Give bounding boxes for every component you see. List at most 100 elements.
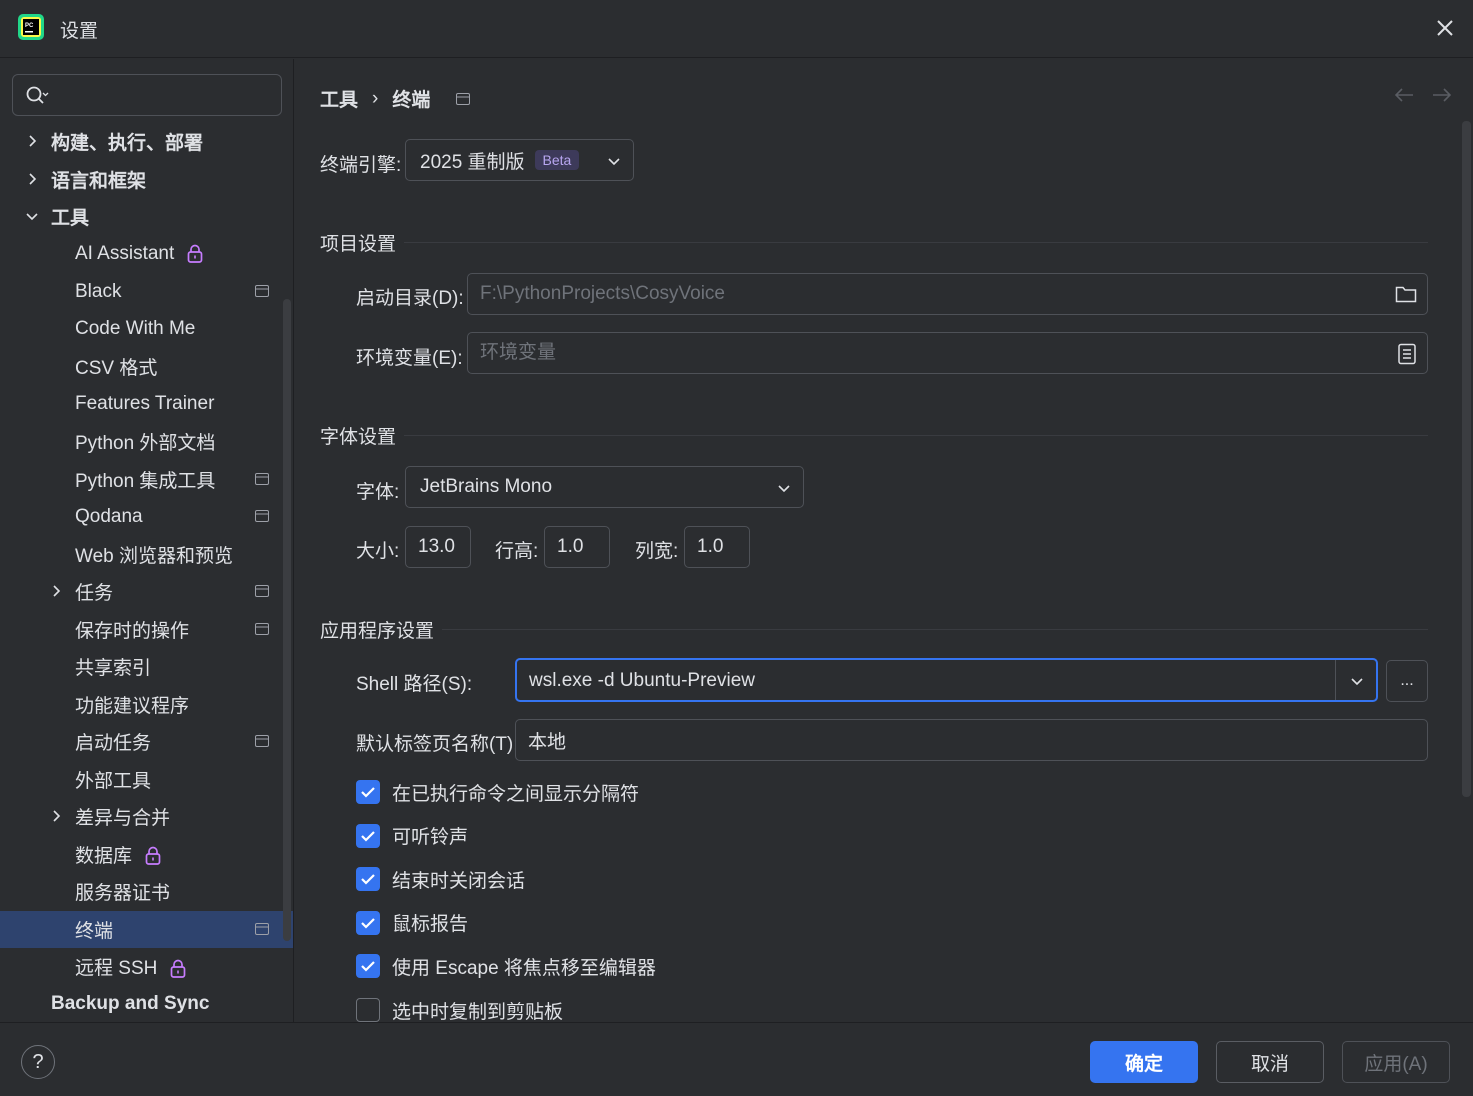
option-checkbox-row[interactable]: 使用 Escape 将焦点移至编辑器 — [356, 953, 656, 979]
sidebar-item[interactable]: Black — [0, 273, 293, 310]
checkbox-checked[interactable] — [356, 954, 380, 979]
sidebar-item[interactable]: Web 浏览器和预览 — [0, 536, 293, 573]
help-button[interactable]: ? — [21, 1045, 55, 1079]
tab-name-field[interactable] — [515, 719, 1428, 761]
start-dir-field[interactable] — [467, 273, 1428, 315]
dialog-footer: ? 确定 取消 应用(A) — [0, 1022, 1473, 1096]
env-field[interactable] — [467, 332, 1428, 374]
line-height-input[interactable] — [557, 534, 607, 560]
font-dropdown[interactable]: JetBrains Mono — [405, 466, 804, 508]
sidebar-item[interactable]: Qodana — [0, 498, 293, 535]
sidebar-item-label: Features Trainer — [75, 393, 215, 414]
apply-button[interactable]: 应用(A) — [1342, 1041, 1450, 1083]
start-dir-input[interactable] — [480, 281, 1379, 307]
checkmark-icon — [361, 874, 375, 885]
checkbox-checked[interactable] — [356, 780, 380, 804]
sidebar-item[interactable]: 终端 — [0, 910, 293, 948]
chevron-right-icon[interactable] — [25, 172, 39, 186]
size-field[interactable] — [405, 526, 471, 568]
chevron-right-icon[interactable] — [25, 134, 39, 148]
shell-path-label: Shell 路径(S): — [356, 674, 473, 695]
engine-dropdown[interactable]: 2025 重制版 Beta — [405, 139, 634, 181]
col-width-field[interactable] — [684, 526, 750, 568]
chevron-down-icon[interactable] — [1350, 674, 1364, 688]
checkbox-unchecked[interactable] — [356, 998, 380, 1022]
project-level-icon — [255, 472, 269, 485]
option-checkbox-row[interactable]: 结束时关闭会话 — [356, 866, 525, 892]
option-label: 选中时复制到剪贴板 — [392, 1001, 564, 1023]
sidebar-item[interactable]: 工具 — [0, 198, 293, 235]
sidebar-item[interactable]: 任务 — [0, 573, 293, 610]
sidebar-item-label: CSV 格式 — [75, 358, 158, 379]
shell-path-input[interactable] — [529, 668, 1319, 694]
sidebar-item[interactable]: Features Trainer — [0, 386, 293, 423]
sidebar-item[interactable]: 共享索引 — [0, 648, 293, 685]
sidebar-item[interactable]: 启动任务 — [0, 723, 293, 760]
tab-name-label: 默认标签页名称(T): — [356, 734, 519, 755]
sidebar-item[interactable]: 服务器证书 — [0, 873, 293, 910]
breadcrumb-parent[interactable]: 工具 — [320, 85, 358, 112]
project-level-icon — [255, 622, 269, 635]
sidebar-item-label: Web 浏览器和预览 — [75, 545, 234, 567]
sidebar-item-label: Black — [75, 280, 122, 302]
sidebar-item[interactable]: 构建、执行、部署 — [0, 123, 293, 160]
size-input[interactable] — [418, 534, 468, 560]
option-label: 结束时关闭会话 — [392, 870, 526, 892]
search-field[interactable] — [12, 74, 282, 116]
pycharm-logo: PC — [18, 14, 44, 40]
option-label: 可听铃声 — [392, 827, 469, 849]
chevron-down-icon — [778, 485, 790, 493]
sidebar-item[interactable]: Python 集成工具 — [0, 461, 293, 498]
breadcrumb-current: 终端 — [392, 90, 431, 111]
edit-list-icon[interactable] — [1397, 343, 1417, 365]
engine-value: 2025 重制版 — [420, 151, 525, 173]
search-input[interactable] — [57, 81, 267, 109]
breadcrumb-separator: › — [372, 87, 379, 109]
forward-arrow-icon[interactable] — [1431, 87, 1453, 103]
option-checkbox-row[interactable]: 在已执行命令之间显示分隔符 — [356, 779, 639, 805]
sidebar-item[interactable]: 差异与合并 — [0, 798, 293, 835]
sidebar-item-label: 保存时的操作 — [75, 620, 190, 642]
sidebar-item-label: 工具 — [51, 208, 90, 229]
sidebar-item[interactable]: CSV 格式 — [0, 348, 293, 385]
checkbox-checked[interactable] — [356, 823, 380, 848]
checkbox-checked[interactable] — [356, 910, 380, 935]
sidebar-item[interactable]: AI Assistant — [0, 236, 293, 273]
tab-name-input[interactable] — [528, 727, 1379, 753]
option-label: 在已执行命令之间显示分隔符 — [392, 783, 640, 805]
breadcrumb: 工具 › 终端 — [320, 85, 471, 112]
sidebar-item[interactable]: 外部工具 — [0, 761, 293, 798]
col-width-input[interactable] — [697, 534, 747, 560]
sidebar-item[interactable]: 远程 SSH — [0, 948, 293, 985]
browse-shell-button[interactable]: ... — [1386, 660, 1428, 702]
search-icon — [26, 86, 49, 104]
folder-icon[interactable] — [1395, 284, 1417, 304]
sidebar-item[interactable]: Code With Me — [0, 311, 293, 348]
sidebar-scrollbar[interactable] — [283, 299, 291, 941]
sidebar-item[interactable]: Python 外部文档 — [0, 423, 293, 460]
sidebar-item[interactable]: Backup and Sync — [0, 986, 293, 1023]
sidebar-item[interactable]: 语言和框架 — [0, 161, 293, 198]
sidebar-item[interactable]: 保存时的操作 — [0, 611, 293, 648]
checkmark-icon — [361, 830, 375, 842]
section-divider — [404, 434, 1428, 436]
sidebar-item[interactable]: 功能建议程序 — [0, 686, 293, 723]
checkbox-checked[interactable] — [356, 867, 380, 892]
chevron-down-icon[interactable] — [25, 209, 39, 223]
sidebar-item[interactable]: 数据库 — [0, 836, 293, 873]
chevron-right-icon[interactable] — [49, 584, 63, 598]
env-input[interactable] — [480, 340, 1379, 366]
line-height-label: 行高: — [495, 541, 539, 562]
option-checkbox-row[interactable]: 可听铃声 — [356, 823, 468, 849]
shell-path-combo[interactable] — [515, 658, 1378, 702]
back-arrow-icon[interactable] — [1393, 87, 1415, 103]
chevron-right-icon[interactable] — [49, 809, 63, 823]
main-scrollbar[interactable] — [1462, 121, 1471, 797]
app-settings-title: 应用程序设置 — [320, 620, 435, 642]
cancel-button[interactable]: 取消 — [1216, 1041, 1324, 1083]
close-icon[interactable] — [1431, 14, 1459, 42]
line-height-field[interactable] — [544, 526, 610, 568]
option-checkbox-row[interactable]: 鼠标报告 — [356, 910, 468, 936]
ok-button[interactable]: 确定 — [1090, 1041, 1198, 1083]
option-checkbox-row[interactable]: 选中时复制到剪贴板 — [356, 997, 563, 1022]
